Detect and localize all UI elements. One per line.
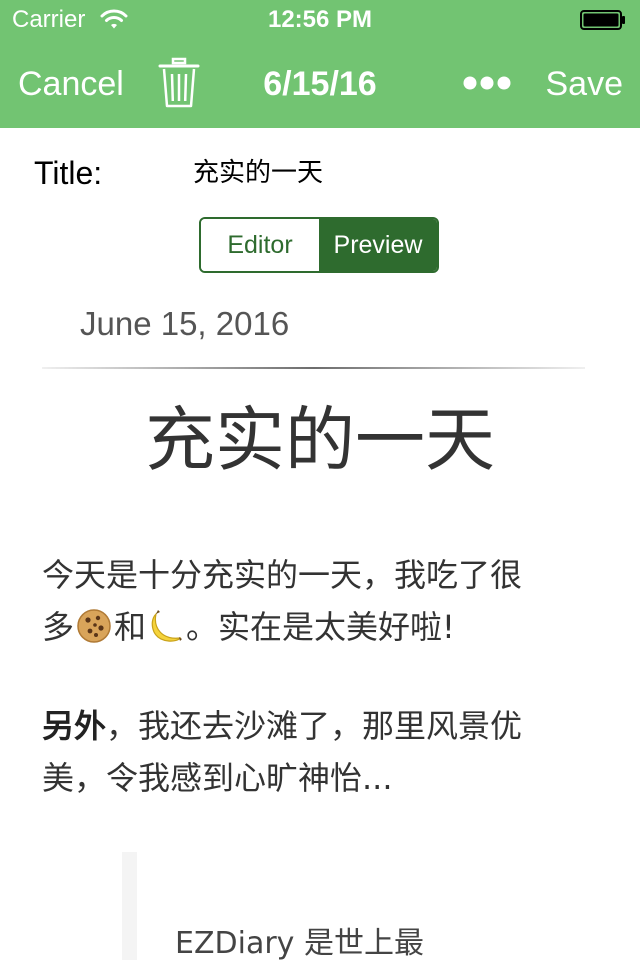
paragraph-text: 和: [114, 608, 147, 646]
paragraph-text: 美，令我感到心旷神怡...: [42, 759, 393, 797]
status-bar: Carrier 12:56 PM: [0, 0, 640, 40]
paragraph-text: 。实在是太美好啦!: [186, 608, 455, 646]
battery-icon: [580, 10, 625, 30]
preview-paragraph: 另外，我还去沙滩了，那里风景优 美，令我感到心旷神怡...: [42, 700, 602, 804]
title-field[interactable]: 充实的一天: [193, 157, 323, 189]
blockquote-bar: [122, 852, 137, 960]
editor-preview-segmented-control: Editor Preview: [199, 217, 439, 273]
date-divider: [42, 367, 585, 369]
paragraph-text: ，我还去沙滩了，那里风景优: [106, 707, 523, 745]
blockquote-text: EZDiary 是世上最: [175, 926, 424, 960]
bold-text: 另外: [42, 707, 107, 745]
nav-title: 6/15/16: [263, 65, 377, 103]
paragraph-text: 今天是十分充实的一天，我吃了很: [42, 556, 523, 594]
preview-paragraph: 今天是十分充实的一天，我吃了很 多 和 。实在是太美好啦!: [42, 549, 602, 653]
preview-heading: 充实的一天: [145, 399, 495, 481]
entry-date: June 15, 2016: [80, 305, 290, 342]
navigation-bar: Cancel 6/15/16 Save: [0, 40, 640, 128]
banana-emoji-icon: [151, 610, 183, 642]
top-bar: Carrier 12:56 PM Cancel 6/15/16 Save: [0, 0, 640, 128]
paragraph-text: 多: [42, 608, 75, 646]
more-icon[interactable]: [463, 75, 511, 91]
save-button[interactable]: Save: [546, 64, 624, 104]
title-label: Title:: [34, 155, 103, 191]
segment-preview[interactable]: Preview: [319, 219, 437, 271]
status-time: 12:56 PM: [267, 6, 373, 33]
diary-editor-screen: Carrier 12:56 PM Cancel 6/15/16 Save Tit…: [0, 0, 640, 960]
cookie-emoji-icon: [77, 609, 111, 643]
segment-editor[interactable]: Editor: [201, 219, 319, 271]
